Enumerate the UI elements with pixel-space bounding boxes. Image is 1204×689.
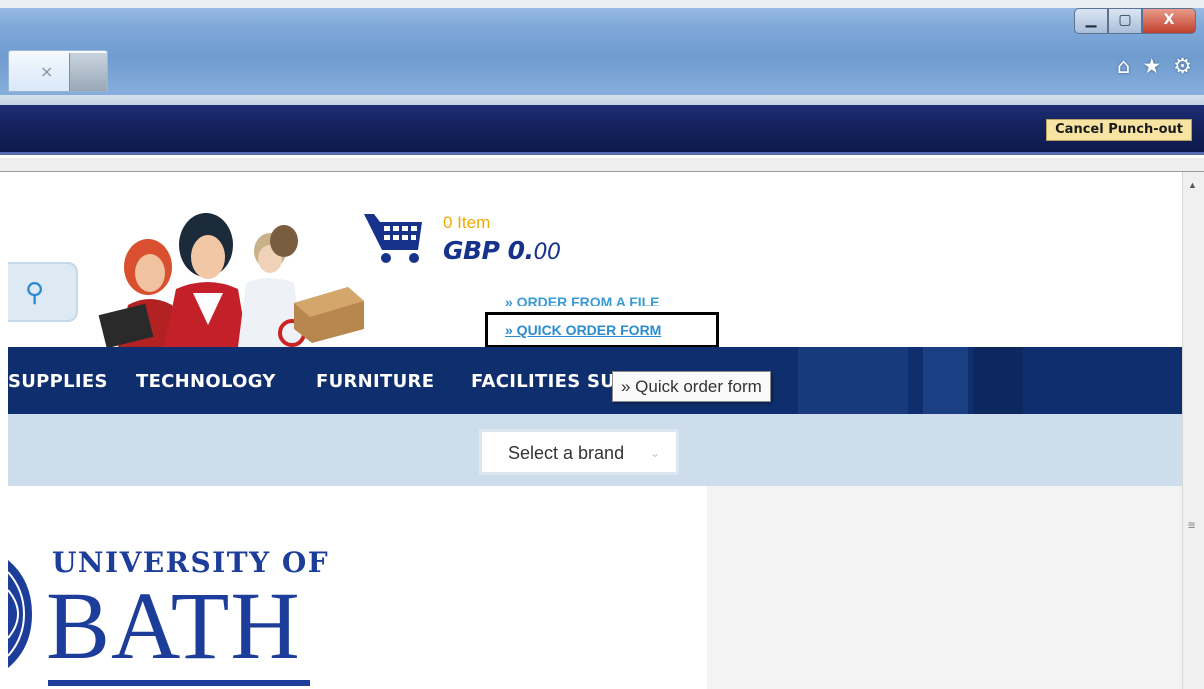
cart-total-decimals: 00: [533, 240, 562, 265]
nav-decoration: [973, 347, 1023, 414]
logo-underline: [48, 680, 310, 686]
nav-decoration: [923, 347, 968, 414]
browser-toolbar-icons: ⌂ ★ ⚙: [1117, 54, 1192, 78]
main-nav: SUPPLIES TECHNOLOGY FURNITURE FACILITIES…: [8, 347, 1182, 414]
cart-total-amount: GBP 0.: [443, 236, 534, 265]
right-content-panel: [707, 486, 1182, 689]
nav-item-furniture[interactable]: FURNITURE: [316, 371, 434, 392]
scroll-up-arrow-icon[interactable]: ▲: [1188, 180, 1197, 190]
quick-order-tooltip: » Quick order form: [612, 371, 771, 402]
logo-bath: BATH: [46, 572, 301, 679]
cart-total[interactable]: GBP 0.00: [443, 236, 561, 265]
cart-item-count[interactable]: 0 Item: [443, 213, 490, 233]
scroll-thumb-grip-icon[interactable]: ≡: [1188, 518, 1195, 532]
nav-item-supplies[interactable]: SUPPLIES: [8, 371, 108, 392]
punchout-bar: Cancel Punch-out: [0, 105, 1204, 155]
chevron-down-icon: ⌄: [650, 446, 661, 460]
maximize-button[interactable]: ▢: [1108, 8, 1142, 34]
search-button[interactable]: ⚲: [8, 262, 78, 322]
order-from-file-link[interactable]: » ORDER FROM A FILE: [505, 294, 660, 306]
new-tab-button[interactable]: [69, 53, 107, 91]
highlight-box: [485, 312, 719, 348]
staff-illustration: [98, 213, 364, 347]
tab-close-icon[interactable]: ×: [40, 62, 53, 81]
home-icon[interactable]: ⌂: [1117, 54, 1130, 78]
browser-window: × ▁ ▢ X ⌂ ★ ⚙ Cancel Punch-out ⚲ 0 Item …: [0, 0, 1204, 689]
search-icon: ⚲: [25, 278, 45, 308]
browser-titlebar: [0, 0, 1204, 95]
settings-gear-icon[interactable]: ⚙: [1173, 54, 1192, 78]
window-controls: ▁ ▢ X: [1074, 8, 1196, 36]
page-top-divider: [0, 158, 1204, 172]
close-window-button[interactable]: X: [1142, 8, 1196, 34]
university-crest-icon: [8, 560, 32, 668]
brand-select-value: Select a brand: [508, 443, 625, 463]
nav-item-technology[interactable]: TECHNOLOGY: [136, 371, 276, 392]
toolbar-separator: [0, 95, 1204, 105]
brand-select-dropdown[interactable]: Select a brand ⌄: [479, 429, 679, 475]
favorites-star-icon[interactable]: ★: [1142, 54, 1161, 78]
nav-item-facilities[interactable]: FACILITIES SU: [471, 371, 615, 392]
cart-icon[interactable]: [362, 210, 426, 266]
nav-decoration: [798, 347, 908, 414]
cancel-punchout-button[interactable]: Cancel Punch-out: [1046, 119, 1192, 141]
vertical-scrollbar[interactable]: ▲ ≡: [1182, 172, 1204, 689]
minimize-button[interactable]: ▁: [1074, 8, 1108, 34]
